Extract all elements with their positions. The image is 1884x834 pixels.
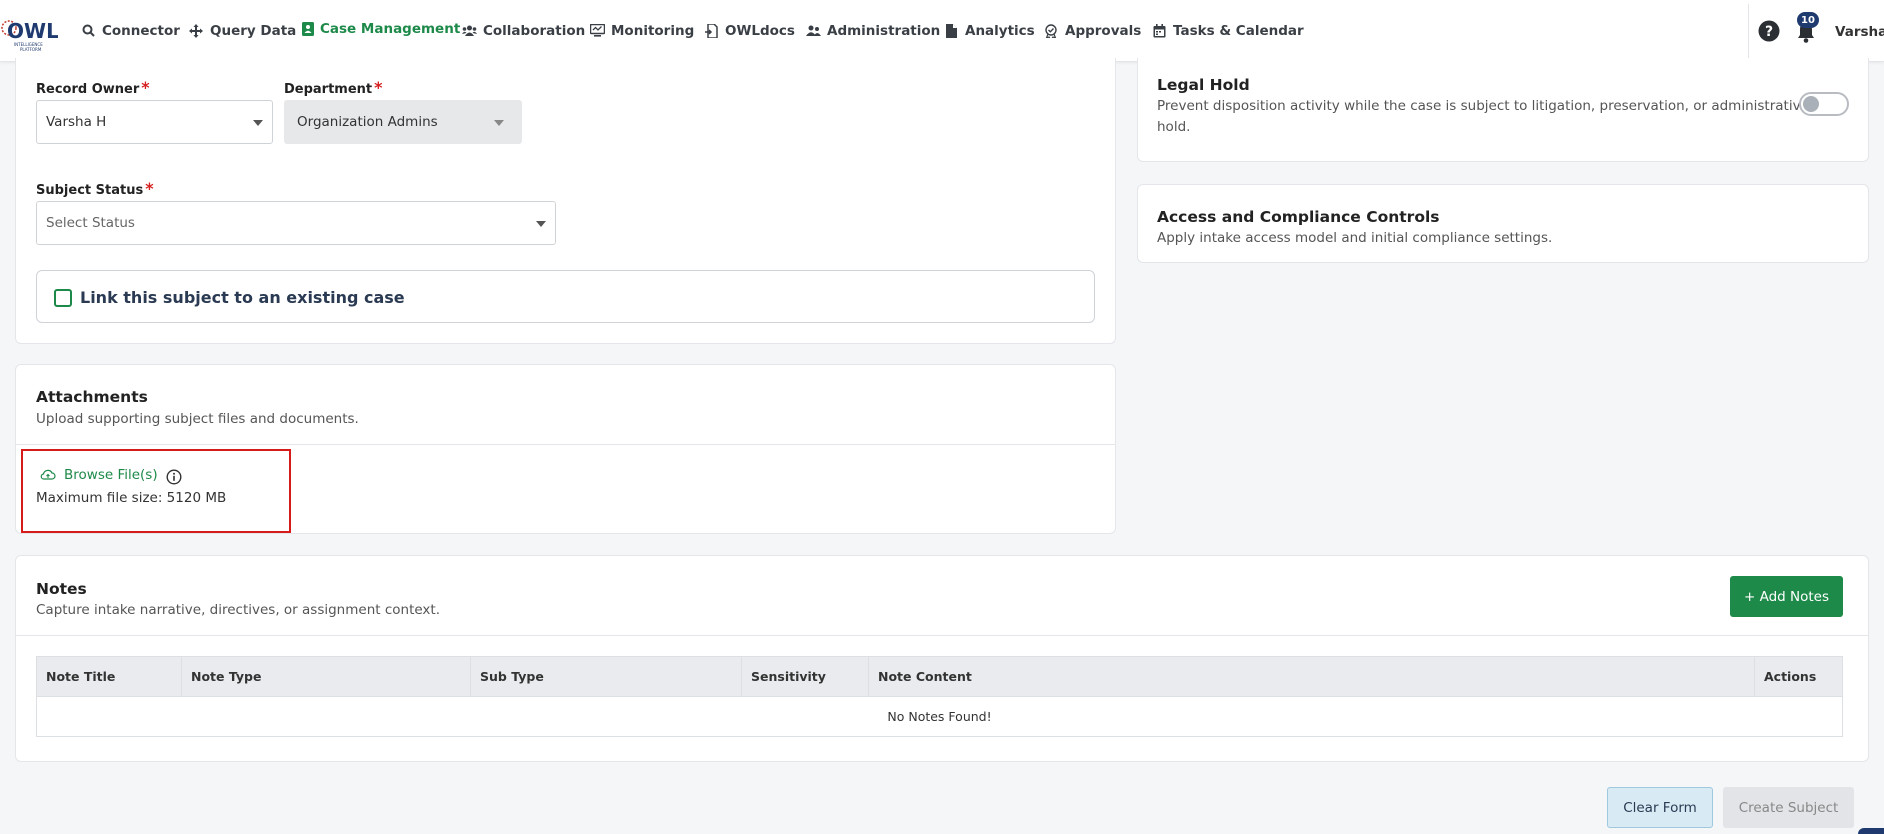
record-owner-select[interactable]: Varsha H [36, 100, 273, 144]
department-select: Organization Admins [284, 100, 522, 144]
file-icon [943, 23, 959, 39]
nav-label: Approvals [1065, 22, 1142, 39]
add-notes-button[interactable]: + Add Notes [1730, 576, 1843, 617]
access-title: Access and Compliance Controls [1157, 208, 1440, 226]
nav-label: Connector [102, 22, 180, 39]
highlight-box [21, 449, 291, 533]
notification-badge: 10 [1797, 12, 1819, 28]
help-icon[interactable]: ? [1758, 20, 1780, 42]
search-icon [80, 23, 96, 39]
attachments-divider [16, 444, 1115, 445]
notes-divider [16, 635, 1868, 636]
record-owner-value: Varsha H [46, 114, 107, 130]
nav-query-data[interactable]: Query Data [188, 0, 296, 61]
corner-widget[interactable] [1858, 828, 1884, 834]
access-desc: Apply intake access model and initial co… [1157, 230, 1553, 246]
col-actions: Actions [1754, 656, 1843, 697]
col-note-title[interactable]: Note Title [36, 656, 182, 697]
col-note-type[interactable]: Note Type [181, 656, 471, 697]
link-case-checkbox[interactable] [54, 289, 72, 307]
svg-text:?: ? [1765, 24, 1773, 40]
monitor-icon [589, 23, 605, 39]
required-mark: * [141, 78, 150, 97]
notes-table: Note Title Note Type Sub Type Sensitivit… [36, 656, 1843, 737]
attachments-title: Attachments [36, 388, 148, 406]
nav-divider [1748, 4, 1749, 60]
contact-book-icon [302, 21, 314, 37]
nav-connector[interactable]: Connector [80, 0, 180, 61]
legal-hold-desc-2: hold. [1157, 119, 1191, 135]
empty-state: No Notes Found! [36, 696, 1843, 737]
legal-hold-title: Legal Hold [1157, 76, 1250, 94]
owl-logo[interactable]: OWL INTELLIGENCE PLATFORM [0, 14, 58, 52]
user-menu[interactable]: Varsha H [1835, 24, 1884, 40]
nav-label: Query Data [210, 22, 297, 39]
nav-label: Administration [827, 22, 941, 39]
legal-hold-desc-1: Prevent disposition activity while the c… [1157, 98, 1809, 114]
attachments-desc: Upload supporting subject files and docu… [36, 411, 359, 427]
required-mark: * [374, 78, 383, 97]
record-owner-label: Record Owner * [36, 78, 150, 97]
svg-text:PLATFORM: PLATFORM [20, 47, 42, 52]
department-label: Department * [284, 78, 383, 97]
notes-title: Notes [36, 580, 87, 598]
nav-monitoring[interactable]: Monitoring [589, 0, 694, 61]
required-mark: * [145, 179, 154, 198]
col-note-content[interactable]: Note Content [868, 656, 1755, 697]
nav-owldocs[interactable]: OWLdocs [703, 0, 795, 61]
legal-hold-toggle[interactable] [1799, 92, 1849, 116]
nav-administration[interactable]: Administration [805, 0, 940, 61]
link-case-label[interactable]: Link this subject to an existing case [80, 288, 405, 307]
nav-label: OWLdocs [725, 22, 795, 39]
top-navbar: OWL INTELLIGENCE PLATFORM Connector Quer… [0, 0, 1884, 62]
nav-label: Case Management [320, 21, 461, 37]
move-icon [188, 23, 204, 39]
subject-status-label: Subject Status * [36, 179, 154, 198]
toggle-knob [1803, 96, 1819, 112]
clear-form-button[interactable]: Clear Form [1607, 787, 1713, 828]
nav-label: Monitoring [611, 22, 695, 39]
users-icon [461, 23, 477, 39]
col-sensitivity[interactable]: Sensitivity [741, 656, 869, 697]
chevron-down-icon [494, 120, 504, 126]
calendar-icon [1151, 23, 1167, 39]
doc-share-icon [703, 23, 719, 39]
table-row: No Notes Found! [36, 696, 1843, 737]
nav-label: Tasks & Calendar [1173, 22, 1304, 39]
notes-desc: Capture intake narrative, directives, or… [36, 602, 441, 618]
create-subject-button: Create Subject [1723, 787, 1854, 828]
chevron-down-icon [253, 120, 263, 126]
chevron-down-icon [536, 221, 546, 227]
svg-text:OWL: OWL [7, 19, 58, 43]
col-sub-type[interactable]: Sub Type [470, 656, 742, 697]
nav-tasks-calendar[interactable]: Tasks & Calendar [1151, 0, 1304, 61]
admin-users-icon [805, 23, 821, 39]
table-header-row: Note Title Note Type Sub Type Sensitivit… [36, 656, 1843, 697]
subject-status-placeholder: Select Status [46, 215, 135, 231]
nav-label: Analytics [965, 22, 1035, 39]
nav-collaboration[interactable]: Collaboration [461, 0, 585, 61]
approval-icon [1043, 23, 1059, 39]
department-value: Organization Admins [297, 114, 438, 130]
nav-label: Collaboration [483, 22, 586, 39]
subject-status-select[interactable]: Select Status [36, 201, 556, 245]
nav-analytics[interactable]: Analytics [943, 0, 1035, 61]
nav-case-management[interactable]: Case Management [288, 0, 460, 61]
nav-approvals[interactable]: Approvals [1043, 0, 1141, 61]
link-case-box[interactable]: Link this subject to an existing case [36, 270, 1095, 323]
